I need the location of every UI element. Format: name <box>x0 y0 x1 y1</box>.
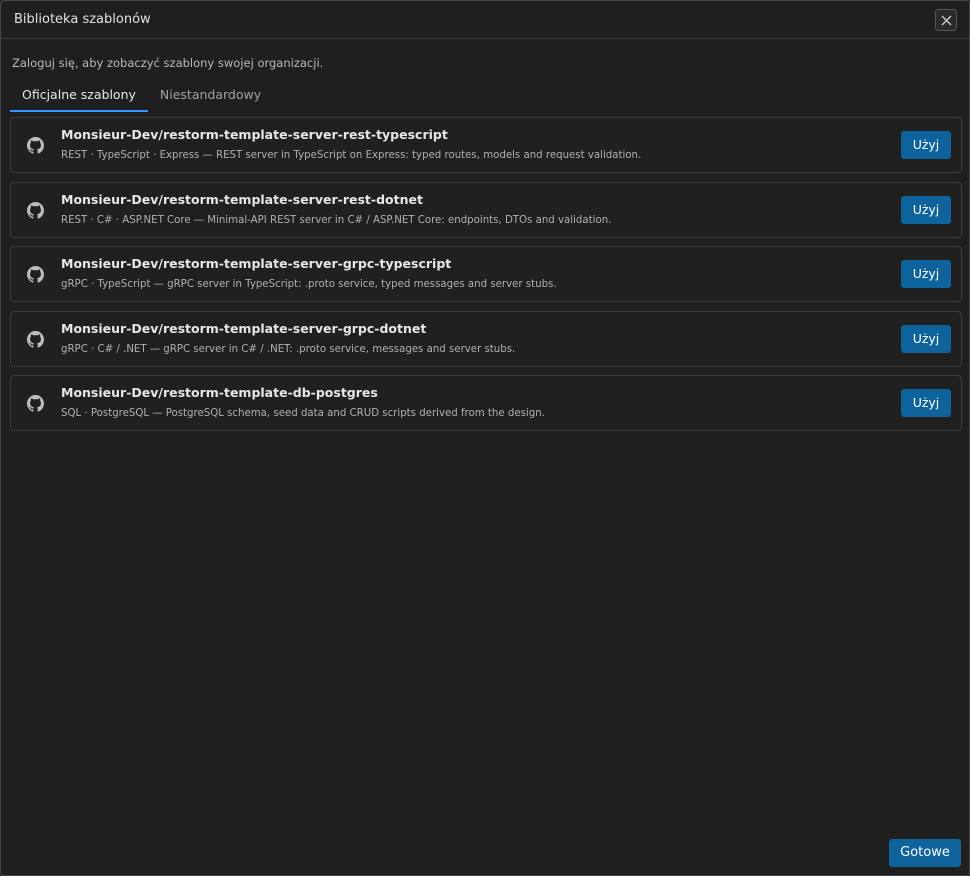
template-row: Monsieur-Dev/restorm-template-server-res… <box>10 117 962 173</box>
template-name: Monsieur-Dev/restorm-template-server-res… <box>61 127 448 142</box>
template-row: Monsieur-Dev/restorm-template-server-grp… <box>10 310 962 367</box>
use-template-button[interactable]: Użyj <box>901 131 951 159</box>
use-template-button[interactable]: Użyj <box>901 324 951 353</box>
use-template-button[interactable]: Użyj <box>901 260 951 288</box>
template-list: Monsieur-Dev/restorm-template-server-res… <box>10 117 962 440</box>
use-template-button[interactable]: Użyj <box>901 195 951 224</box>
template-row: Monsieur-Dev/restorm-template-server-res… <box>10 181 962 238</box>
github-icon <box>27 266 44 283</box>
template-name: Monsieur-Dev/restorm-template-server-grp… <box>61 256 452 271</box>
template-name: Monsieur-Dev/restorm-template-db-postgre… <box>61 385 378 400</box>
template-name: Monsieur-Dev/restorm-template-server-grp… <box>61 320 427 336</box>
dialog-title: Biblioteka szablonów <box>14 12 151 27</box>
github-icon <box>27 395 44 412</box>
close-button[interactable] <box>935 9 957 31</box>
tab-custom[interactable]: Niestandardowy <box>148 84 273 112</box>
github-icon <box>27 201 44 219</box>
sign-in-notice: Zaloguj się, aby zobaczyć szablony swoje… <box>12 56 324 70</box>
template-description: gRPC · C# / .NET — gRPC server in C# / .… <box>61 343 516 355</box>
template-description: REST · C# · ASP.NET Core — Minimal-API R… <box>61 214 612 226</box>
github-icon <box>27 137 44 154</box>
tab-official-templates[interactable]: Oficjalne szablony <box>10 84 148 112</box>
tab-bar: Oficjalne szablony Niestandardowy <box>10 84 273 112</box>
template-description: SQL · PostgreSQL — PostgreSQL schema, se… <box>61 408 545 419</box>
close-icon <box>941 15 951 25</box>
template-name: Monsieur-Dev/restorm-template-server-res… <box>61 191 423 207</box>
template-library-dialog: Biblioteka szablonów Zaloguj się, aby zo… <box>0 0 970 876</box>
template-row: Monsieur-Dev/restorm-template-db-postgre… <box>10 375 962 431</box>
template-description: REST · TypeScript · Express — REST serve… <box>61 150 642 161</box>
done-button[interactable]: Gotowe <box>889 839 961 867</box>
template-description: gRPC · TypeScript — gRPC server in TypeS… <box>61 279 557 290</box>
use-template-button[interactable]: Użyj <box>901 389 951 417</box>
dialog-titlebar: Biblioteka szablonów <box>1 1 969 39</box>
github-icon <box>27 330 44 348</box>
template-row: Monsieur-Dev/restorm-template-server-grp… <box>10 246 962 302</box>
